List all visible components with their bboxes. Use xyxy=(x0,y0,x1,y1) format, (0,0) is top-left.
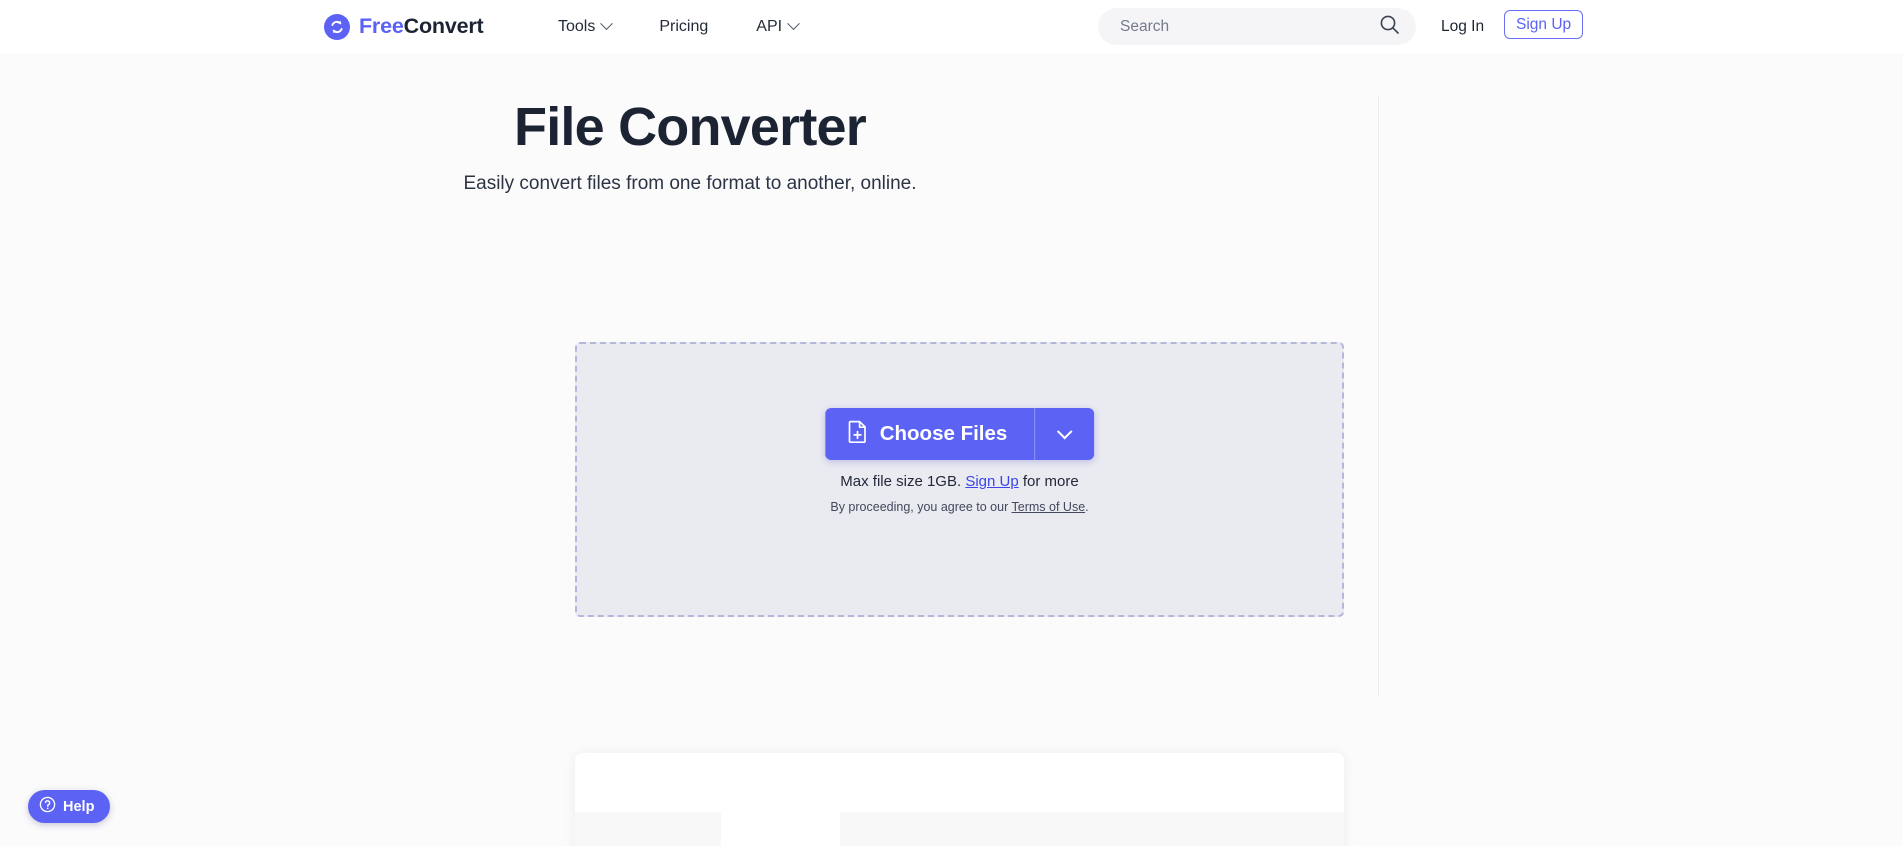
nav-item-api-label: API xyxy=(756,17,783,35)
choose-files-dropdown-button[interactable] xyxy=(1034,408,1095,460)
brand-text-convert: Convert xyxy=(403,13,484,38)
main-nav: Tools Pricing API xyxy=(558,17,800,35)
terms-prefix: By proceeding, you agree to our xyxy=(830,500,1009,514)
file-dropzone[interactable]: Choose Files Max file size 1GB. Sign Up … xyxy=(575,342,1344,617)
terms-of-use-link[interactable]: Terms of Use xyxy=(1012,500,1086,514)
search-box[interactable] xyxy=(1098,8,1416,45)
max-file-size-signup-link[interactable]: Sign Up xyxy=(965,473,1018,490)
search-input[interactable] xyxy=(1120,17,1379,36)
site-header: FreeConvert Tools Pricing API Log In Sig… xyxy=(0,0,1903,53)
chevron-down-icon xyxy=(1057,423,1073,439)
signup-button[interactable]: Sign Up xyxy=(1504,10,1584,39)
card-placeholder-block-right xyxy=(840,812,1344,846)
nav-item-tools-label: Tools xyxy=(558,17,596,35)
max-file-size-suffix: for more xyxy=(1022,473,1079,490)
brand-text-free: Free xyxy=(359,13,404,38)
nav-item-pricing[interactable]: Pricing xyxy=(659,17,709,35)
convert-circle-logo-icon xyxy=(324,13,350,40)
question-circle-icon xyxy=(39,796,56,817)
choose-files-group: Choose Files xyxy=(824,408,1095,460)
brand-logo[interactable]: FreeConvert xyxy=(324,13,484,40)
terms-suffix: . xyxy=(1085,500,1089,514)
terms-note: By proceeding, you agree to our Terms of… xyxy=(577,499,1342,515)
nav-item-pricing-label: Pricing xyxy=(659,17,709,35)
help-button[interactable]: Help xyxy=(28,790,111,823)
max-file-size-prefix: Max file size 1GB. xyxy=(840,473,962,490)
search-icon[interactable] xyxy=(1379,14,1400,40)
brand-text: FreeConvert xyxy=(359,13,484,38)
below-fold-card xyxy=(575,753,1344,846)
login-link[interactable]: Log In xyxy=(1441,19,1484,35)
nav-item-api[interactable]: API xyxy=(756,17,800,35)
choose-files-label: Choose Files xyxy=(879,422,1008,445)
help-button-label: Help xyxy=(63,798,95,815)
choose-files-button[interactable]: Choose Files xyxy=(824,408,1035,460)
chevron-down-icon xyxy=(600,17,614,31)
chevron-down-icon xyxy=(787,17,800,31)
file-plus-icon xyxy=(847,420,868,449)
page-subtitle: Easily convert files from one format to … xyxy=(463,173,917,194)
page-title: File Converter xyxy=(514,97,867,157)
nav-item-tools[interactable]: Tools xyxy=(558,17,614,35)
max-file-size-note: Max file size 1GB. Sign Up for more xyxy=(577,472,1342,492)
card-placeholder-block-left xyxy=(575,812,721,846)
